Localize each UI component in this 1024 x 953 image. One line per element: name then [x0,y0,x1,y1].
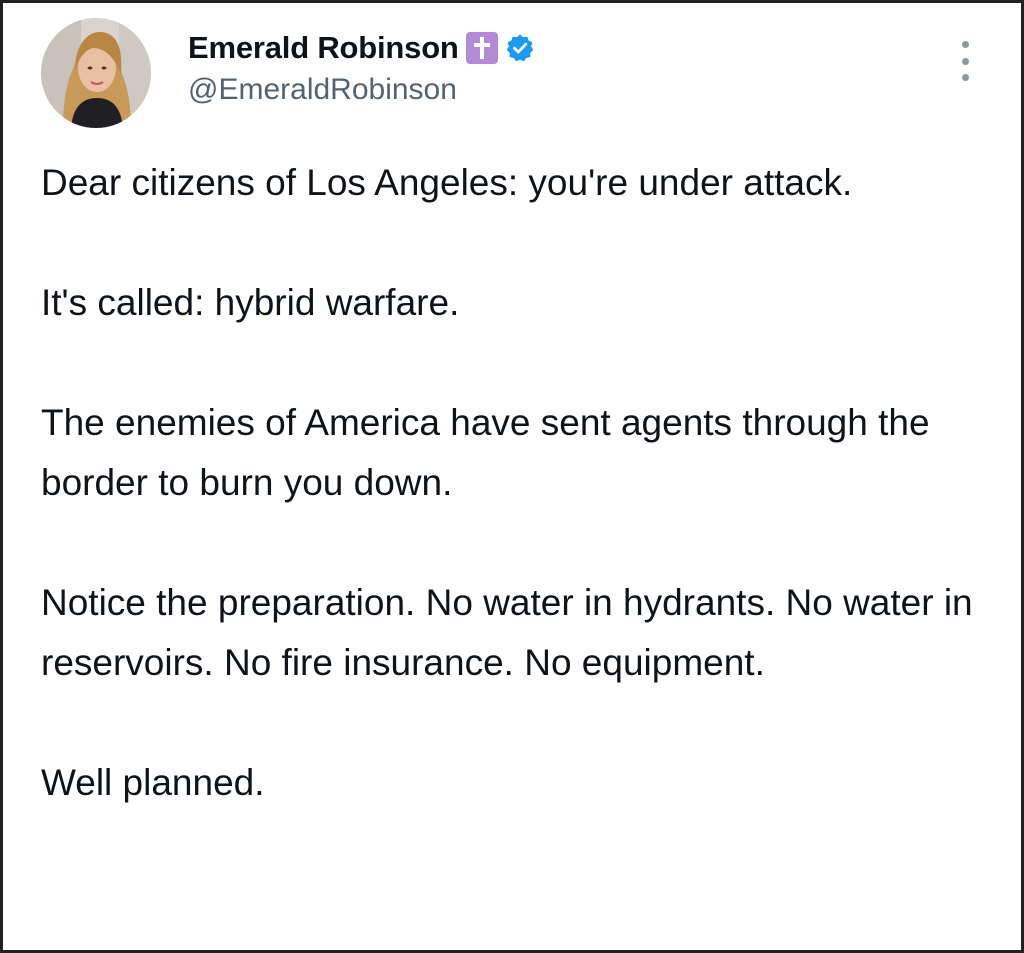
tweet-paragraph: Well planned. [41,762,265,803]
author-header: Emerald Robinson @EmeraldRobinson [188,27,535,107]
name-row: Emerald Robinson [188,27,535,69]
screenshot-frame: Emerald Robinson @EmeraldRobinson Dear c… [0,0,1024,953]
display-name[interactable]: Emerald Robinson [188,30,459,66]
tweet-paragraph: It's called: hybrid warfare. [41,282,460,323]
tweet-paragraph: Dear citizens of Los Angeles: you're und… [41,162,853,203]
tweet-paragraph: The enemies of America have sent agents … [41,402,930,503]
more-options-icon[interactable] [955,41,975,81]
tweet-paragraph: Notice the preparation. No water in hydr… [41,582,973,683]
author-handle[interactable]: @EmeraldRobinson [188,73,535,107]
tweet-card: Emerald Robinson @EmeraldRobinson Dear c… [3,3,1021,950]
tweet-text: Dear citizens of Los Angeles: you're und… [41,153,991,813]
verified-badge-icon[interactable] [505,33,535,63]
avatar-image [41,18,151,128]
avatar[interactable] [41,18,151,128]
cross-emoji-icon [465,32,498,64]
